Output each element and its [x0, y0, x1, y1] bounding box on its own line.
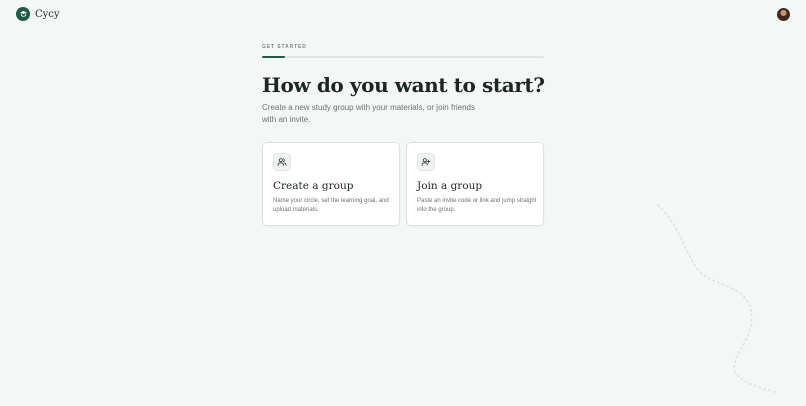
create-group-card[interactable]: Create a group Name your circle, set the… [262, 142, 400, 226]
progress-bar [262, 56, 544, 58]
user-avatar[interactable] [777, 8, 790, 21]
user-plus-icon [417, 153, 435, 171]
join-group-card[interactable]: Join a group Paste an invite code or lin… [406, 142, 544, 226]
progress-bar-fill [262, 56, 285, 58]
decorative-dotted-path [657, 204, 776, 393]
create-group-description: Name your circle, set the learning goal,… [273, 198, 389, 213]
start-options: Create a group Name your circle, set the… [262, 142, 544, 226]
step-label: GET STARTED [262, 44, 307, 50]
page-title: How do you want to start? [262, 73, 545, 97]
page-subtitle: Create a new study group with your mater… [262, 103, 475, 124]
brand-logo[interactable]: Cycy [16, 7, 60, 21]
graduation-cap-icon [16, 7, 30, 21]
onboarding-content: GET STARTED How do you want to start? Cr… [262, 44, 545, 226]
create-group-title: Create a group [273, 180, 354, 192]
brand-name: Cycy [35, 8, 60, 20]
onboarding-page: Cycy GET STARTED How do you want to star… [0, 0, 806, 406]
users-icon [273, 153, 291, 171]
join-group-description: Paste an invite code or link and jump st… [417, 198, 537, 213]
join-group-title: Join a group [417, 180, 483, 192]
